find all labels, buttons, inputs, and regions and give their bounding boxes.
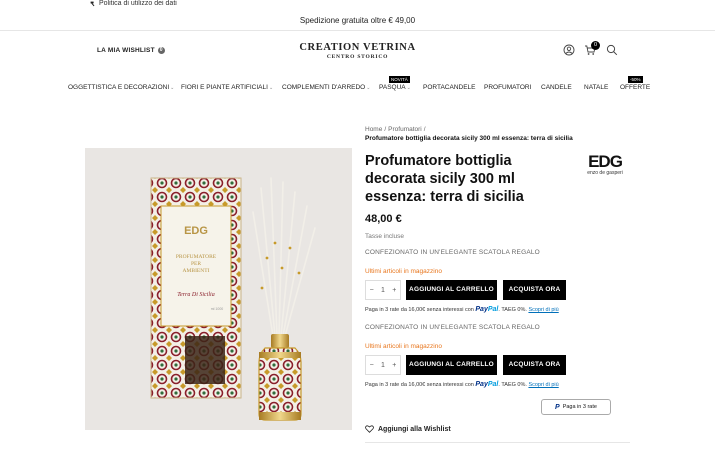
- add-to-wishlist-label: Aggiungi alla Wishlist: [378, 425, 451, 433]
- nav-item-complementi[interactable]: COMPLEMENTI D'ARREDO⌄: [282, 84, 370, 91]
- nav-label: CANDELE: [541, 84, 572, 91]
- paypal-learn-more-link[interactable]: Scopri di più: [528, 307, 558, 313]
- product-price: 48,00 €: [365, 213, 402, 225]
- site-logo[interactable]: CREATION VETRINA CENTRO STORICO: [280, 42, 435, 60]
- brand-logo-name: enzo de gasperi: [587, 170, 623, 176]
- top-utility-bar: Politica di utilizzo dei dati: [0, 0, 715, 9]
- qty-value[interactable]: 1: [377, 287, 388, 294]
- product-photo-illustration: EDG PROFUMATORE PER AMBIENTI Terra Di Si…: [150, 177, 316, 421]
- breadcrumb: Home / Profumatori /: [365, 126, 426, 133]
- gift-packaging-note: CONFEZIONATO IN UN'ELEGANTE SCATOLA REGA…: [365, 324, 540, 331]
- paypal-installments-info: Paga in 3 rate da 16,00€ senza interessi…: [365, 381, 559, 388]
- nav-label: COMPLEMENTI D'ARREDO: [282, 84, 366, 91]
- quantity-stepper[interactable]: − 1 +: [365, 280, 401, 300]
- nav-item-portacandele[interactable]: PORTACANDELE: [423, 84, 476, 91]
- breadcrumb-home[interactable]: Home: [365, 126, 382, 133]
- main-navigation: OGGETTISTICA E DECORAZIONI⌄ FIORI E PIAN…: [0, 76, 715, 94]
- paypal-text: Paga in 3 rate da 16,00€ senza interessi…: [365, 382, 474, 388]
- nav-item-fiori[interactable]: FIORI E PIANTE ARTIFICIALI⌄: [181, 84, 273, 91]
- my-wishlist-label: LA MIA WISHLIST: [97, 47, 155, 54]
- nav-item-natale[interactable]: NATALE: [584, 84, 608, 91]
- paypal-pay-in-3-button[interactable]: P Paga in 3 rate: [541, 399, 611, 415]
- cart-count-badge: 0: [591, 41, 600, 50]
- nav-label: PASQUA: [379, 84, 406, 91]
- nav-label: FIORI E PIANTE ARTIFICIALI: [181, 84, 268, 91]
- box-title-line2: PER: [191, 261, 201, 267]
- my-wishlist-link[interactable]: LA MIA WISHLIST 0: [97, 47, 165, 54]
- buy-now-button[interactable]: ACQUISTA ORA: [503, 280, 566, 300]
- breadcrumb-current: Profumatore bottiglia decorata sicily 30…: [365, 135, 573, 142]
- nav-label: OGGETTISTICA E DECORAZIONI: [68, 84, 170, 91]
- breadcrumb-profumatori[interactable]: Profumatori: [388, 126, 422, 133]
- product-title: Profumatore bottiglia decorata sicily 30…: [365, 153, 524, 205]
- qty-increase-button[interactable]: +: [389, 287, 400, 294]
- chevron-down-icon: ⌄: [268, 85, 274, 91]
- nav-item-oggettistica[interactable]: OGGETTISTICA E DECORAZIONI⌄: [68, 84, 174, 91]
- paypal-installments-info: Paga in 3 rate da 16,00€ senza interessi…: [365, 306, 559, 313]
- buy-now-button[interactable]: ACQUISTA ORA: [503, 355, 566, 375]
- brand-logo-mark: EDG: [588, 152, 623, 171]
- add-to-cart-button[interactable]: AGGIUNGI AL CARRELLO: [406, 355, 497, 375]
- chevron-down-icon: ⌄: [366, 85, 371, 91]
- chevron-down-icon: ⌄: [406, 85, 411, 91]
- paypal-text: Paga in 3 rate da 16,00€ senza interessi…: [365, 307, 474, 313]
- nav-label: PORTACANDELE: [423, 84, 476, 91]
- box-brand-text: EDG: [184, 225, 208, 237]
- stock-warning: Ultimi articoli in magazzino: [365, 268, 442, 275]
- gift-packaging-note: CONFEZIONATO IN UN'ELEGANTE SCATOLA REGA…: [365, 249, 540, 256]
- nav-item-offerte[interactable]: -50% OFFERTE: [620, 76, 651, 91]
- nav-label: OFFERTE: [620, 84, 651, 91]
- paypal-logo: PayPal: [475, 381, 499, 388]
- paypal-icon: P: [555, 403, 560, 411]
- paypal-learn-more-link[interactable]: Scopri di più: [528, 382, 558, 388]
- logo-subtitle: CENTRO STORICO: [326, 54, 389, 60]
- shipping-banner: Spedizione gratuita oltre € 49,00: [299, 16, 416, 25]
- user-account-icon[interactable]: [563, 44, 575, 56]
- nav-label: PROFUMATORI: [484, 84, 532, 91]
- qty-decrease-button[interactable]: −: [366, 287, 377, 294]
- section-divider: [365, 442, 630, 443]
- qty-value[interactable]: 1: [377, 362, 388, 369]
- paypal-logo: PayPal: [475, 306, 499, 313]
- logo-title: CREATION VETRINA: [299, 42, 416, 53]
- header-divider: [0, 30, 715, 31]
- paypal-taeg: . TAEG 0%.: [498, 307, 527, 313]
- discount-badge: -50%: [628, 76, 643, 83]
- hammer-icon: [90, 1, 95, 6]
- nav-item-pasqua[interactable]: NOVITÀ PASQUA⌄: [379, 76, 411, 91]
- stock-warning: Ultimi articoli in magazzino: [365, 343, 442, 350]
- paypal-button-label: Paga in 3 rate: [562, 404, 597, 410]
- qty-increase-button[interactable]: +: [389, 362, 400, 369]
- tax-note: Tasse incluse: [365, 233, 405, 240]
- wishlist-count-badge: 0: [157, 47, 165, 54]
- heart-icon: [365, 425, 374, 433]
- paypal-taeg: . TAEG 0%.: [498, 382, 527, 388]
- chevron-down-icon: ⌄: [170, 85, 175, 91]
- quantity-stepper[interactable]: − 1 +: [365, 355, 401, 375]
- box-title-line1: PROFUMATORE: [176, 254, 217, 260]
- box-volume-text: ml 1000: [211, 307, 224, 311]
- nav-label: NATALE: [584, 84, 609, 91]
- qty-decrease-button[interactable]: −: [366, 362, 377, 369]
- new-badge: NOVITÀ: [389, 76, 410, 83]
- product-image[interactable]: EDG PROFUMATORE PER AMBIENTI Terra Di Si…: [85, 148, 352, 430]
- nav-item-profumatori[interactable]: PROFUMATORI: [484, 84, 531, 91]
- search-icon[interactable]: [606, 44, 618, 56]
- privacy-policy-label: Politica di utilizzo dei dati: [99, 0, 177, 7]
- box-scent-text: Terra Di Sicilia: [177, 292, 214, 298]
- nav-item-candele[interactable]: CANDELE: [541, 84, 572, 91]
- privacy-policy-link[interactable]: Politica di utilizzo dei dati: [90, 0, 177, 7]
- brand-logo[interactable]: EDG enzo de gasperi: [580, 153, 630, 183]
- add-to-cart-button[interactable]: AGGIUNGI AL CARRELLO: [406, 280, 497, 300]
- box-title-line3: AMBIENTI: [183, 268, 210, 274]
- add-to-wishlist-button[interactable]: Aggiungi alla Wishlist: [365, 425, 451, 433]
